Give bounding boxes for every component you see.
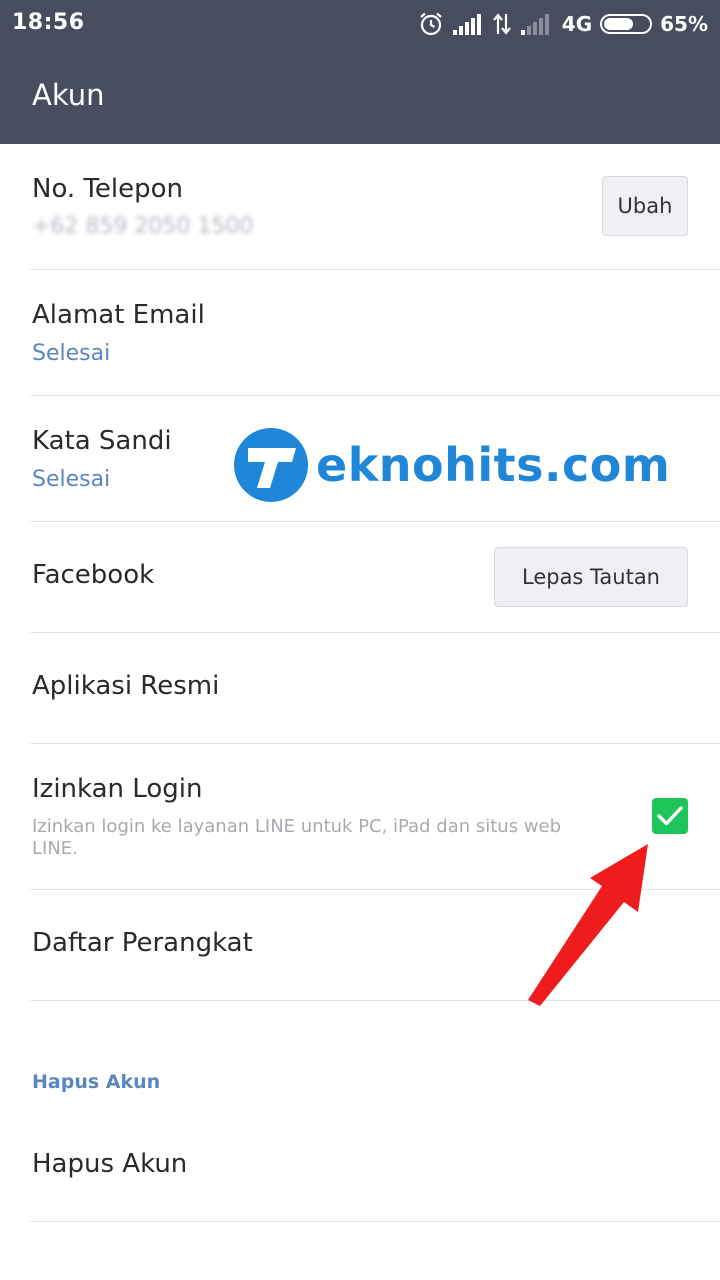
phone-value: +62 859 2050 1500 <box>32 214 254 239</box>
watermark-text: eknohits.com <box>316 438 671 492</box>
phone-row: No. Telepon +62 859 2050 1500 Ubah <box>0 144 720 270</box>
status-icons: 4G 65% <box>418 8 708 40</box>
delete-account-row[interactable]: Hapus Akun <box>0 1111 720 1222</box>
alarm-icon <box>420 12 442 36</box>
battery-fill <box>604 18 633 30</box>
data-arrows-icon <box>492 13 511 35</box>
app-bar: Akun <box>0 48 720 144</box>
allow-login-checkbox[interactable] <box>652 798 688 834</box>
official-apps-title: Aplikasi Resmi <box>32 671 220 701</box>
delete-account-title: Hapus Akun <box>32 1149 188 1179</box>
signal-weak-icon <box>520 14 549 35</box>
change-phone-button[interactable]: Ubah <box>602 176 688 236</box>
email-status: Selesai <box>32 341 111 366</box>
battery-percent: 65% <box>660 12 708 36</box>
facebook-row: Facebook Lepas Tautan <box>0 522 720 633</box>
status-bar: 18:56 4G 65% <box>0 0 720 48</box>
email-title: Alamat Email <box>32 300 205 330</box>
signal-icon <box>452 14 481 35</box>
watermark-logo-icon <box>234 428 308 502</box>
divider <box>30 1221 720 1222</box>
annotation-arrow-icon <box>528 844 648 1006</box>
network-type: 4G <box>561 12 593 36</box>
devices-title: Daftar Perangkat <box>32 928 253 958</box>
allow-login-description: Izinkan login ke layanan LINE untuk PC, … <box>32 816 562 859</box>
checkmark-icon <box>657 806 683 826</box>
unlink-facebook-button[interactable]: Lepas Tautan <box>494 547 688 607</box>
phone-title: No. Telepon <box>32 174 183 204</box>
status-time: 18:56 <box>12 10 85 35</box>
battery-icon <box>600 14 653 34</box>
email-row[interactable]: Alamat Email Selesai <box>0 270 720 396</box>
allow-login-title: Izinkan Login <box>32 774 203 804</box>
delete-section-header: Hapus Akun <box>32 1071 161 1093</box>
password-title: Kata Sandi <box>32 426 172 456</box>
official-apps-row[interactable]: Aplikasi Resmi <box>0 633 720 744</box>
watermark: eknohits.com <box>234 428 670 504</box>
password-status: Selesai <box>32 467 111 492</box>
page-title: Akun <box>32 78 105 112</box>
facebook-title: Facebook <box>32 560 155 590</box>
